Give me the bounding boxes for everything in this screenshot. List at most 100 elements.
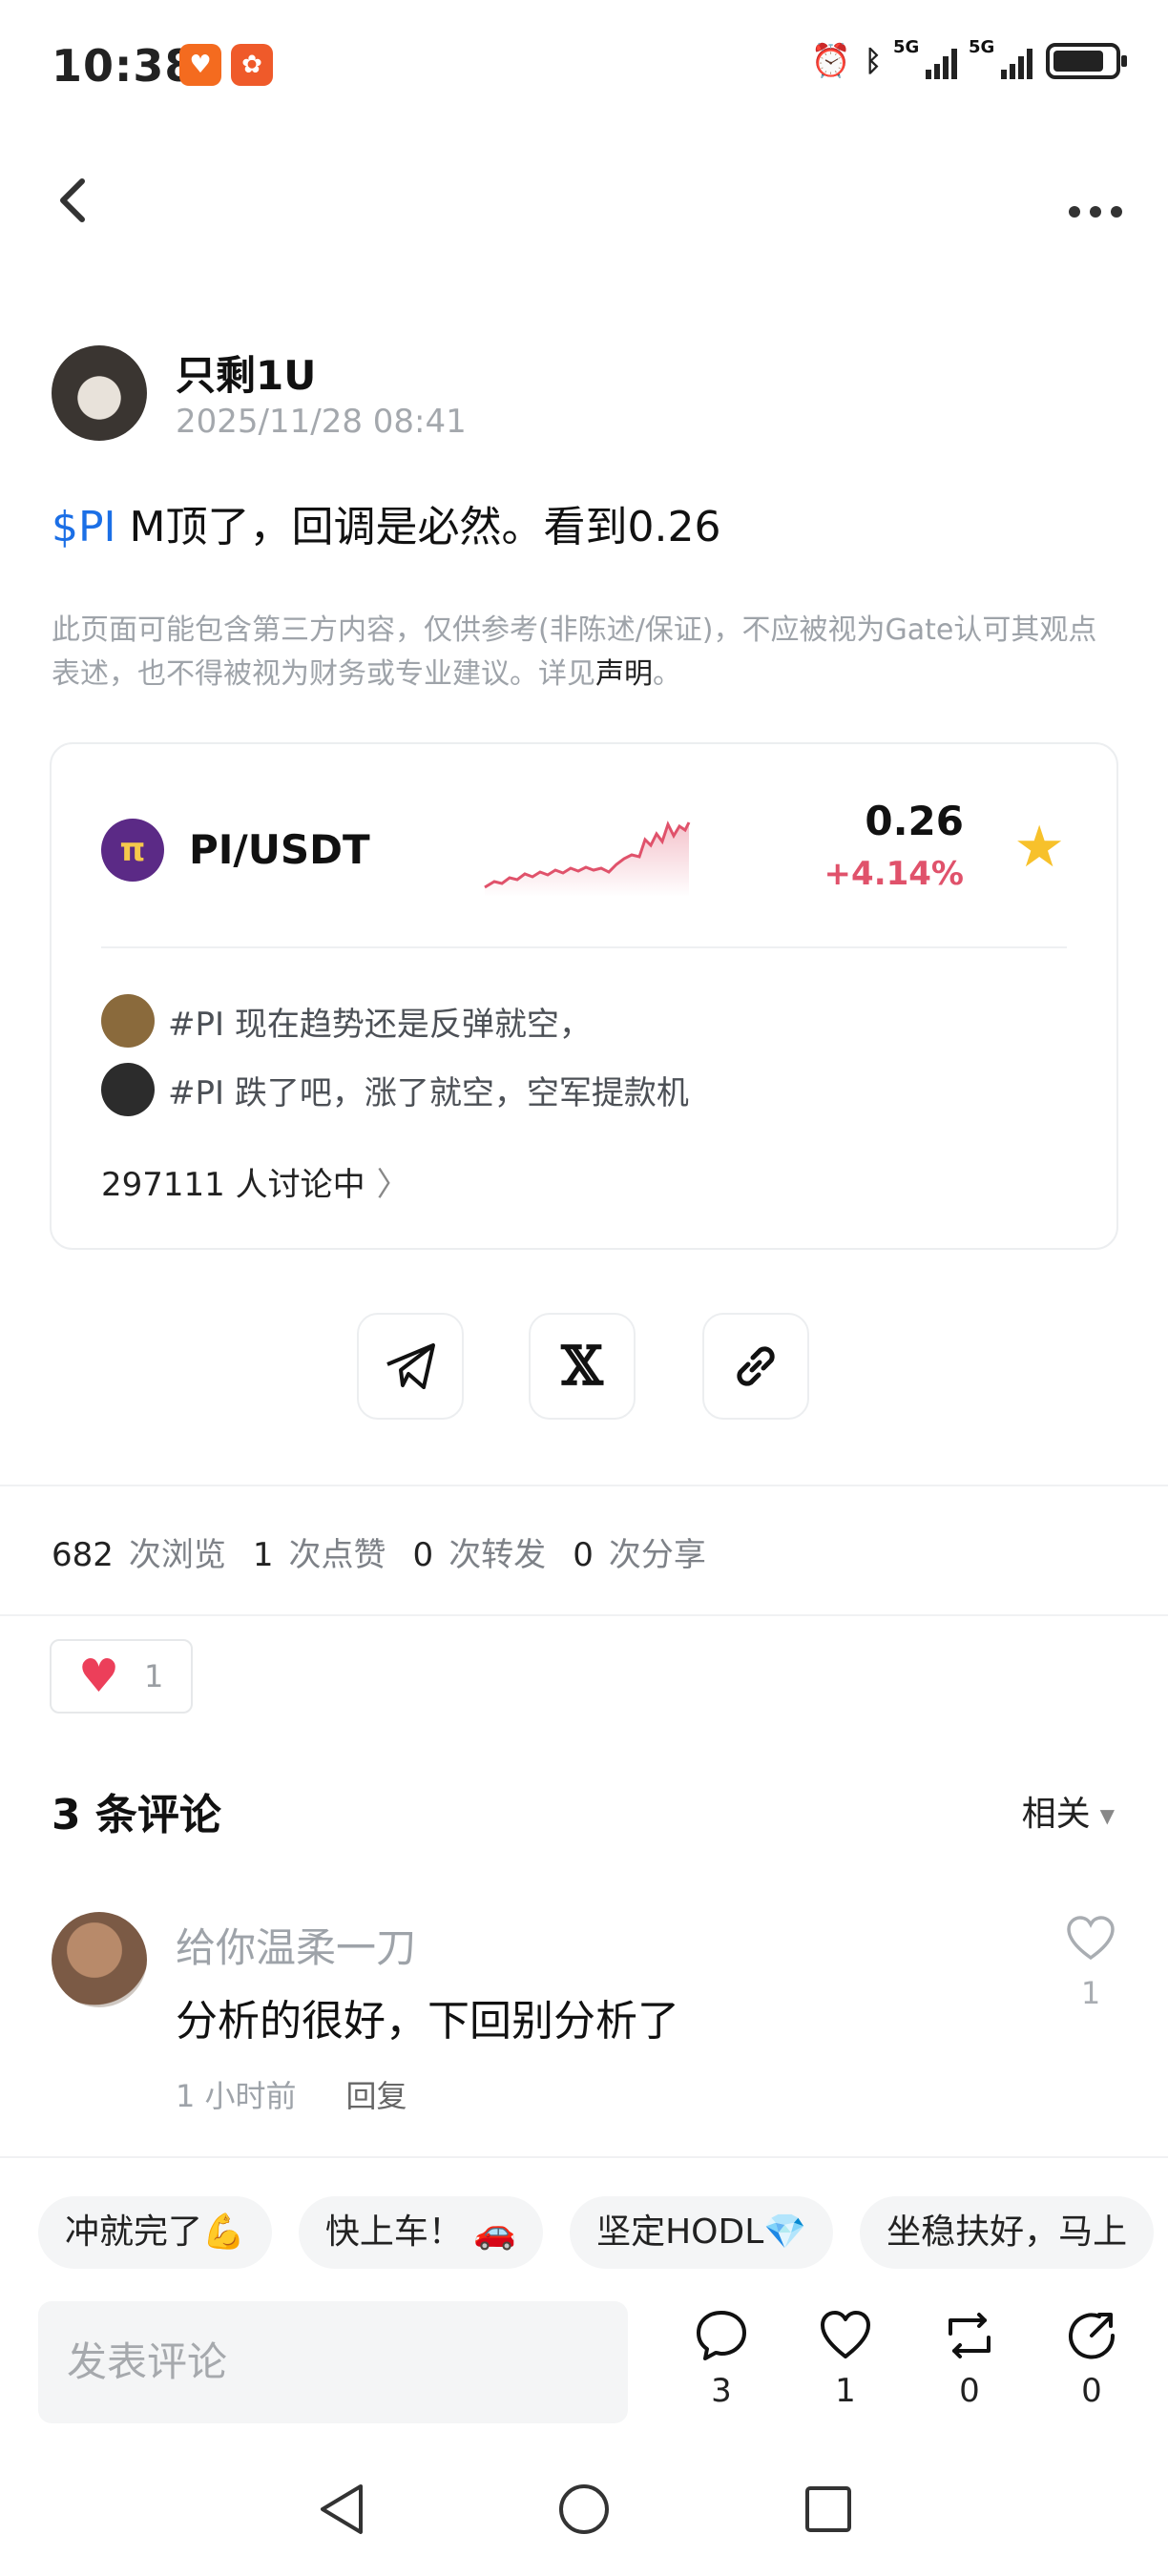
market-card[interactable]: π PI/USDT 0.26 +4.14% ★ #PI 现在趋势还是反弹就空， …: [50, 742, 1118, 1250]
nav-recents-icon[interactable]: [802, 2481, 855, 2538]
discussion-text: #PI 现在趋势还是反弹就空，: [168, 1005, 592, 1044]
author-name[interactable]: 只剩1U: [176, 343, 316, 402]
shares-stat: 0 次分享: [573, 1528, 706, 1575]
comment-count: 3: [711, 2372, 732, 2410]
pi-coin-icon: π: [101, 819, 164, 882]
bottom-comment-bar: 冲就完了💪 快上车！ 🚗 坚定HODL💎 坐稳扶好，马上 发表评论 3 1 0 …: [0, 2158, 1168, 2444]
discussing-count: 297111 人讨论中: [101, 1166, 365, 1204]
comment-input[interactable]: 发表评论: [38, 2301, 628, 2423]
views-count: 682: [52, 1536, 114, 1574]
disclaimer: 此页面可能包含第三方内容，仅供参考(非陈述/保证)，不应被视为Gate认可其观点…: [52, 609, 1120, 696]
sort-label: 相关: [1021, 1795, 1091, 1834]
quick-reply-chip[interactable]: 冲就完了💪: [38, 2196, 272, 2269]
nav-home-icon[interactable]: [557, 2481, 611, 2538]
price-sparkline: [484, 821, 691, 897]
repost-count: 0: [959, 2372, 980, 2410]
x-logo-icon: 𝕏: [561, 1335, 603, 1398]
comments-title: 3 条评论: [52, 1791, 221, 1839]
coin-tag-link[interactable]: $PI: [52, 503, 116, 551]
battery-icon: [1046, 43, 1127, 79]
link-icon: [737, 1346, 775, 1386]
chevron-left-icon: [60, 178, 85, 222]
reply-button[interactable]: 回复: [346, 2072, 407, 2116]
comment-like-button[interactable]: 1: [1065, 1914, 1116, 2011]
heart-filled-icon: ♥: [78, 1650, 120, 1703]
more-button[interactable]: [1067, 187, 1124, 231]
app-notification-icon: ♥: [179, 44, 221, 86]
discussion-text: #PI 跌了吧，涨了就空，空军提款机: [168, 1073, 689, 1112]
avatar: [101, 1063, 155, 1116]
bluetooth-icon: ᛒ: [865, 44, 882, 78]
telegram-icon: [386, 1343, 435, 1389]
signal-label-2: 5G: [969, 37, 995, 57]
views-label: 次浏览: [128, 1536, 226, 1574]
discussion-item[interactable]: #PI 现在趋势还是反弹就空，: [101, 994, 592, 1048]
price-change: +4.14%: [824, 855, 964, 893]
status-bar: 10:38 ♥ ✿ ⏰ ᛒ 5G 5G: [0, 0, 1168, 134]
share-count: 0: [1081, 2372, 1102, 2410]
reposts-count: 0: [412, 1536, 434, 1574]
system-nav-bar: [0, 2444, 1168, 2576]
signal-icon: 5G: [893, 37, 957, 79]
post-stats: 682 次浏览 1 次点赞 0 次转发 0 次分享: [52, 1528, 706, 1575]
trading-pair: PI/USDT: [189, 826, 370, 873]
likes-label: 次点赞: [288, 1536, 386, 1574]
current-price: 0.26: [865, 798, 964, 844]
commenter-name[interactable]: 给你温柔一刀: [176, 1916, 416, 1974]
comment-bubble-icon: [697, 2311, 746, 2360]
more-dots-icon: [1069, 206, 1122, 218]
card-divider: [101, 946, 1067, 948]
reposts-stat: 0 次转发: [413, 1528, 547, 1575]
disclaimer-link[interactable]: 声明: [595, 657, 653, 691]
heart-outline-icon: [1067, 1916, 1115, 1961]
likes-count: 1: [252, 1536, 274, 1574]
like-action-button[interactable]: 1: [807, 2307, 884, 2410]
reaction-like-chip[interactable]: ♥ 1: [50, 1639, 193, 1714]
nav-back-icon[interactable]: [315, 2481, 368, 2538]
shares-label: 次分享: [608, 1536, 706, 1574]
post-content: $PI M顶了，回调是必然。看到0.26: [52, 492, 720, 553]
quick-reply-chip[interactable]: 快上车！ 🚗: [298, 2196, 544, 2269]
comment-text: 分析的很好，下回别分析了: [176, 1997, 679, 2046]
quick-reply-chip[interactable]: 坐稳扶好，马上: [860, 2196, 1155, 2269]
post-text: M顶了，回调是必然。看到0.26: [115, 503, 721, 551]
repost-action-button[interactable]: 0: [931, 2307, 1008, 2410]
chevron-right-icon: 〉: [376, 1166, 409, 1204]
author-avatar[interactable]: [52, 345, 147, 441]
quick-reply-chips: 冲就完了💪 快上车！ 🚗 坚定HODL💎 坐稳扶好，马上: [38, 2196, 1155, 2269]
divider: [0, 1614, 1168, 1616]
shares-count: 0: [573, 1536, 594, 1574]
like-count: 1: [835, 2372, 856, 2410]
share-x-button[interactable]: 𝕏: [529, 1313, 636, 1420]
commenter-avatar[interactable]: [52, 1912, 147, 2007]
comment-sort-dropdown[interactable]: 相关 ▼: [1022, 1786, 1115, 1836]
comments-action-button[interactable]: 3: [683, 2307, 760, 2410]
likes-stat: 1 次点赞: [253, 1528, 386, 1575]
discussion-item[interactable]: #PI 跌了吧，涨了就空，空军提款机: [101, 1063, 689, 1116]
share-telegram-button[interactable]: [357, 1313, 464, 1420]
reposts-label: 次转发: [448, 1536, 547, 1574]
share-action-button[interactable]: 0: [1053, 2307, 1130, 2410]
disclaimer-text: 此页面可能包含第三方内容，仅供参考(非陈述/保证)，不应被视为Gate认可其观点…: [52, 613, 1097, 691]
heart-outline-icon: [821, 2311, 870, 2358]
back-button[interactable]: [53, 172, 92, 229]
app-notification-icon-2: ✿: [231, 44, 273, 86]
alarm-icon: ⏰: [810, 42, 851, 80]
discussing-count-link[interactable]: 297111 人讨论中〉: [101, 1158, 409, 1205]
disclaimer-end: 。: [653, 657, 681, 691]
caret-down-icon: ▼: [1099, 1804, 1115, 1827]
repost-icon: [949, 2313, 991, 2358]
post-timestamp: 2025/11/28 08:41: [176, 403, 467, 441]
comment-meta: 1 小时前 回复: [176, 2072, 407, 2116]
quick-reply-chip[interactable]: 坚定HODL💎: [570, 2196, 834, 2269]
favorite-star-icon[interactable]: ★: [1013, 819, 1065, 876]
share-icon: [1069, 2313, 1116, 2359]
status-time: 10:38: [52, 40, 197, 92]
comment-like-count: 1: [1080, 1975, 1101, 2011]
signal-label: 5G: [893, 37, 920, 57]
divider: [0, 1485, 1168, 1486]
avatar: [101, 994, 155, 1048]
signal-icon-2: 5G: [969, 37, 1032, 79]
copy-link-button[interactable]: [702, 1313, 809, 1420]
views-stat: 682 次浏览: [52, 1528, 226, 1575]
